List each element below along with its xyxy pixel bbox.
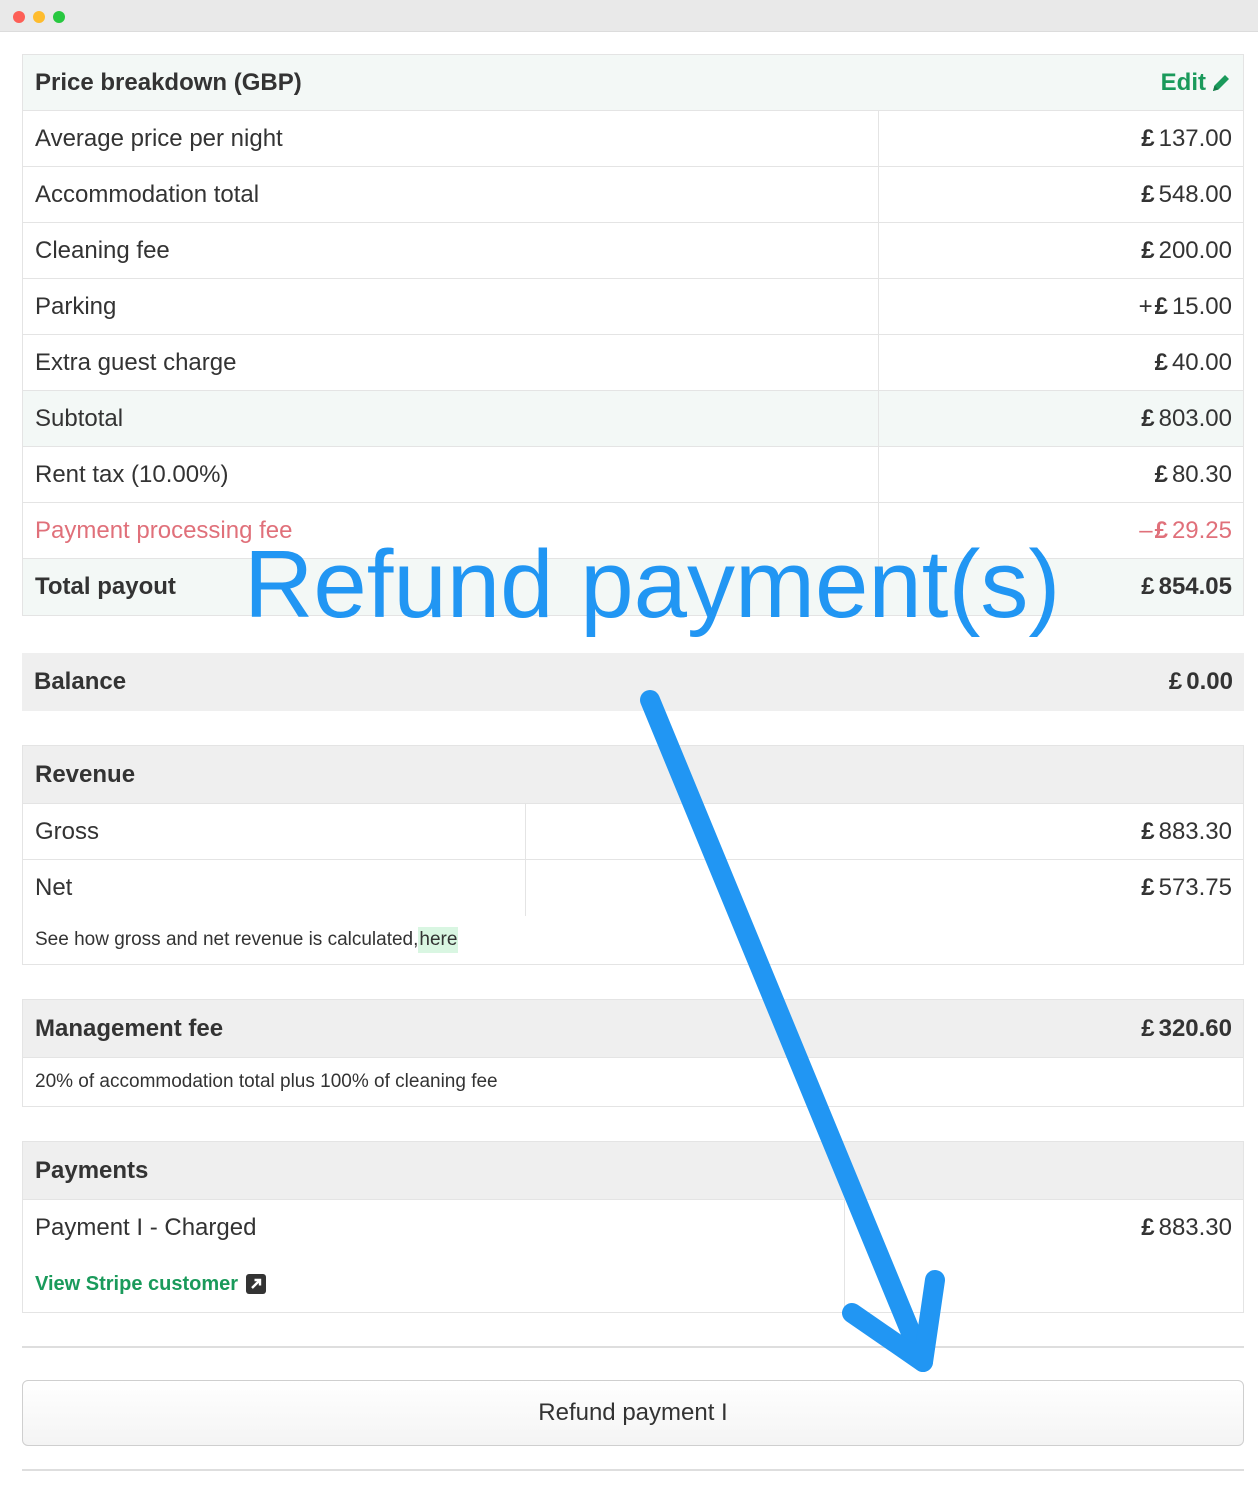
stripe-row: View Stripe customer xyxy=(23,1256,1243,1312)
average-price-per-night-value: £137.00 xyxy=(1141,124,1232,152)
subtotal-label: Subtotal xyxy=(35,404,124,432)
revenue-note-text: See how gross and net revenue is calcula… xyxy=(35,929,419,950)
edit-button[interactable]: Edit xyxy=(1161,55,1232,110)
price-row: Subtotal £803.00 xyxy=(23,391,1243,447)
minimize-window-button[interactable] xyxy=(33,11,45,23)
balance-value: £0.00 xyxy=(1168,668,1233,695)
parking-label: Parking xyxy=(35,292,117,320)
annotation-text: Refund payment(s) xyxy=(244,531,1061,638)
gross-label: Gross xyxy=(35,817,100,845)
balance-row: Balance £0.00 xyxy=(22,653,1244,711)
accommodation-total-label: Accommodation total xyxy=(35,180,260,208)
rent-tax-10-00-value: £80.30 xyxy=(1154,460,1232,488)
revenue-header: Revenue xyxy=(23,746,1243,804)
maximize-window-button[interactable] xyxy=(53,11,65,23)
revenue-panel: Revenue Gross £883.30 Net £573.75 See how g… xyxy=(22,745,1244,965)
edit-label: Edit xyxy=(1160,68,1206,96)
revenue-note: See how gross and net revenue is calcula… xyxy=(23,916,1243,964)
payment-row: Payment I - Charged £883.30 xyxy=(23,1200,1243,1256)
cleaning-fee-value: £200.00 xyxy=(1141,236,1232,264)
total-payout-value: £854.05 xyxy=(1141,573,1232,600)
gross-value: £883.30 xyxy=(1141,817,1232,845)
price-row: Extra guest charge £40.00 xyxy=(23,335,1243,391)
price-breakdown-header: Price breakdown (GBP) Edit xyxy=(23,55,1243,111)
payments-header: Payments xyxy=(23,1142,1243,1200)
external-link-icon xyxy=(246,1274,267,1294)
balance-label: Balance xyxy=(34,668,127,695)
pencil-icon xyxy=(1213,74,1229,91)
payments-title: Payments xyxy=(35,1156,149,1184)
net-value: £573.75 xyxy=(1141,874,1232,901)
price-row: Average price per night £137.00 xyxy=(23,111,1243,167)
parking-value: + £15.00 xyxy=(1138,292,1232,320)
price-row: Cleaning fee £200.00 xyxy=(23,223,1243,279)
revenue-title: Revenue xyxy=(35,760,136,788)
payments-panel: Payments Payment I - Charged £883.30 View… xyxy=(22,1141,1244,1313)
payment-i-charged-value: £883.30 xyxy=(1141,1214,1232,1241)
price-row: Rent tax (10.00%) £80.30 xyxy=(23,447,1243,503)
view-stripe-customer-link[interactable]: View Stripe customer xyxy=(23,1273,1243,1296)
close-window-button[interactable] xyxy=(13,11,25,23)
subtotal-value: £803.00 xyxy=(1141,404,1232,432)
accommodation-total-value: £548.00 xyxy=(1141,180,1232,208)
cleaning-fee-label: Cleaning fee xyxy=(35,236,170,264)
price-row: Accommodation total £548.00 xyxy=(23,167,1243,223)
management-fee-value: £320.60 xyxy=(1141,1014,1232,1042)
net-label: Net xyxy=(35,874,73,901)
average-price-per-night-label: Average price per night xyxy=(35,124,283,152)
revenue-row: Net £573.75 xyxy=(23,860,1243,916)
divider-line xyxy=(22,1346,1244,1348)
balance-panel: Balance £0.00 xyxy=(22,653,1244,711)
management-fee-panel: Management fee £320.60 20% of accommodat… xyxy=(22,999,1244,1107)
extra-guest-charge-value: £40.00 xyxy=(1154,348,1232,376)
management-fee-description: 20% of accommodation total plus 100% of … xyxy=(35,1071,498,1092)
refund-payment-button[interactable]: Refund payment I xyxy=(22,1380,1244,1446)
payment-i-charged-label: Payment I - Charged xyxy=(35,1214,257,1241)
stripe-link-label: View Stripe customer xyxy=(35,1272,239,1295)
window-titlebar xyxy=(0,0,1258,32)
rent-tax-10-00-label: Rent tax (10.00%) xyxy=(35,460,229,488)
revenue-row: Gross £883.30 xyxy=(23,804,1243,860)
price-row: Parking + £15.00 xyxy=(23,279,1243,335)
management-fee-header: Management fee £320.60 xyxy=(23,1000,1243,1058)
revenue-help-link[interactable]: here xyxy=(418,927,459,953)
extra-guest-charge-label: Extra guest charge xyxy=(35,348,237,376)
divider-line xyxy=(22,1469,1244,1471)
management-fee-label: Management fee xyxy=(35,1014,224,1042)
price-breakdown-title: Price breakdown (GBP) xyxy=(35,68,302,96)
payment-processing-fee-value: – £29.25 xyxy=(1139,516,1232,544)
